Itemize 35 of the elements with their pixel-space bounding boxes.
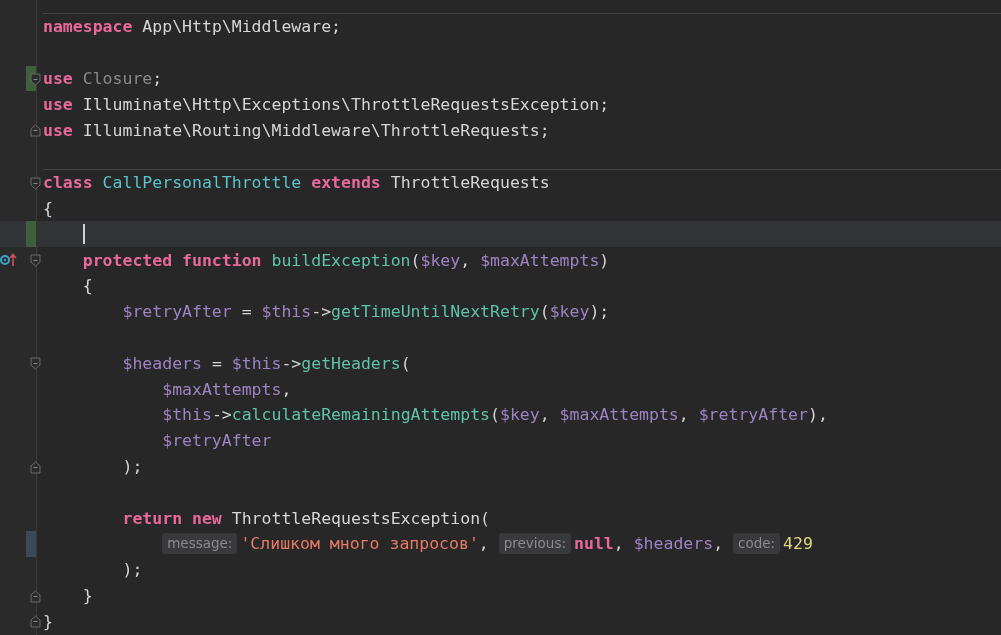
- code-line: {: [82, 276, 93, 296]
- parameter-hint: previous:: [498, 533, 571, 555]
- change-marker[interactable]: [26, 221, 36, 248]
- code-line: use Illuminate\Http\Exceptions\ThrottleRequestsException;: [43, 94, 610, 114]
- code-line: $headers = $this->getHeaders(: [122, 353, 411, 373]
- parameter-hint: message:: [162, 533, 238, 555]
- code-line: $retryAfter = $this->getTimeUntilNextRetry($key);: [122, 302, 610, 322]
- fold-end-icon[interactable]: [30, 460, 41, 474]
- code-line: $maxAttempts,: [162, 379, 292, 399]
- code-line: class CallPersonalThrottle extends ThrottleRequests: [43, 173, 550, 193]
- code-line: $this->calculateRemainingAttempts($key, $maxAttempts, $retryAfter),: [162, 405, 828, 425]
- parameter-hint: code:: [733, 533, 781, 555]
- code-line: );: [122, 560, 143, 580]
- code-line: use Closure;: [43, 69, 163, 88]
- code-text: 'Слишком много запросов',: [240, 534, 490, 554]
- code-text: null, $headers,: [574, 534, 725, 554]
- code-line: }: [43, 611, 53, 631]
- code-line: protected function buildException($key, $maxAttempts): [82, 250, 610, 270]
- change-marker[interactable]: [26, 530, 36, 557]
- fold-collapse-icon[interactable]: [30, 176, 41, 190]
- fold-end-icon[interactable]: [30, 589, 41, 603]
- fold-collapse-icon[interactable]: [30, 72, 41, 86]
- fold-end-icon[interactable]: [30, 124, 41, 138]
- code-line: $retryAfter: [162, 431, 272, 451]
- fold-collapse-icon[interactable]: [30, 357, 41, 371]
- fold-end-icon[interactable]: [30, 615, 41, 629]
- code-line: {: [43, 198, 53, 218]
- code-text: 429: [783, 534, 813, 554]
- code-line: namespace App\Http\Middleware;: [43, 17, 342, 37]
- code-line: }: [82, 585, 93, 605]
- code-line: );: [122, 456, 143, 476]
- code-line: use Illuminate\Routing\Middleware\ThrottleRequests;: [43, 120, 550, 140]
- fold-collapse-icon[interactable]: [30, 254, 41, 268]
- code-line: return new ThrottleRequestsException(: [122, 508, 491, 528]
- text-cursor: [82, 224, 85, 245]
